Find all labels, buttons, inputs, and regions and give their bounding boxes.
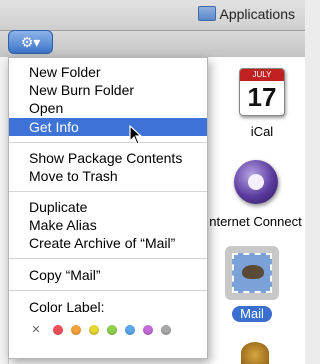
color-label-orange[interactable]	[71, 325, 81, 335]
menu-item-get-info[interactable]: Get Info	[9, 118, 207, 136]
app-icon-internet-connect[interactable]: nternet Connect	[206, 160, 305, 229]
menu-item-open[interactable]: Open	[9, 99, 207, 117]
app-label-selected: Mail	[232, 306, 272, 322]
app-label: nternet Connect	[209, 214, 302, 229]
color-label-none-icon[interactable]: ✕	[31, 325, 41, 336]
app-icon-mail[interactable]: Mail	[222, 246, 282, 322]
app-icon-ical[interactable]: JULY 17 iCal	[222, 68, 302, 139]
menu-item-new-burn-folder[interactable]: New Burn Folder	[9, 81, 207, 99]
menu-item-copy[interactable]: Copy “Mail”	[9, 266, 207, 284]
calendar-icon: JULY 17	[239, 68, 285, 116]
menu-item-show-package-contents[interactable]: Show Package Contents	[9, 149, 207, 167]
menu-separator	[9, 258, 207, 259]
menu-item-duplicate[interactable]: Duplicate	[9, 198, 207, 216]
menu-separator	[9, 290, 207, 291]
calendar-day: 17	[247, 82, 277, 112]
window-titlebar: Applications	[0, 0, 305, 31]
menu-separator	[9, 191, 207, 192]
color-label-gray[interactable]	[161, 325, 171, 335]
window-title: Applications	[197, 6, 296, 22]
menu-item-move-to-trash[interactable]: Move to Trash	[9, 167, 207, 185]
color-label-red[interactable]	[53, 325, 63, 335]
selection-highlight	[225, 246, 279, 300]
menu-item-create-archive[interactable]: Create Archive of “Mail”	[9, 234, 207, 252]
action-menu-button[interactable]: ⚙▾	[8, 30, 53, 54]
action-context-menu: New Folder New Burn Folder Open Get Info…	[8, 57, 208, 359]
calendar-month: JULY	[240, 69, 284, 81]
mail-stamp-icon	[232, 253, 272, 293]
color-label-blue[interactable]	[125, 325, 135, 335]
color-label-yellow[interactable]	[89, 325, 99, 335]
window-title-text: Applications	[219, 6, 296, 22]
partial-app-icon[interactable]	[241, 342, 269, 364]
app-label: iCal	[250, 124, 274, 139]
color-label-green[interactable]	[107, 325, 117, 335]
menu-separator	[9, 142, 207, 143]
menu-item-make-alias[interactable]: Make Alias	[9, 216, 207, 234]
folder-icon	[197, 6, 216, 21]
color-label-title: Color Label:	[29, 299, 105, 315]
menu-item-new-folder[interactable]: New Folder	[9, 63, 207, 81]
color-label-purple[interactable]	[143, 325, 153, 335]
internet-connect-icon	[233, 160, 278, 204]
